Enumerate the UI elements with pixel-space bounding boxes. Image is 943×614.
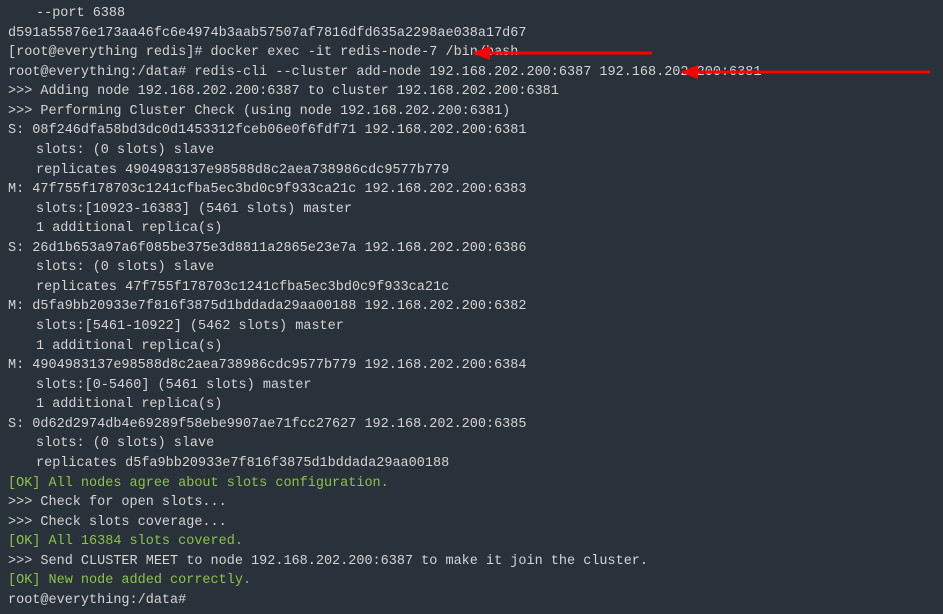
terminal-line: [OK] New node added correctly.: [8, 571, 935, 591]
terminal-line: [OK] All nodes agree about slots configu…: [8, 474, 935, 494]
terminal-line: --port 6388: [8, 4, 935, 24]
terminal-line: M: 47f755f178703c1241cfba5ec3bd0c9f933ca…: [8, 180, 935, 200]
terminal-line: S: 08f246dfa58bd3dc0d1453312fceb06e0f6fd…: [8, 121, 935, 141]
terminal-line: slots: (0 slots) slave: [8, 258, 935, 278]
terminal-output[interactable]: --port 6388d591a55876e173aa46fc6e4974b3a…: [0, 0, 943, 614]
terminal-line: >>> Adding node 192.168.202.200:6387 to …: [8, 82, 935, 102]
terminal-line: >>> Check for open slots...: [8, 493, 935, 513]
terminal-line: replicates 4904983137e98588d8c2aea738986…: [8, 161, 935, 181]
terminal-line: >>> Check slots coverage...: [8, 513, 935, 533]
terminal-line: slots:[0-5460] (5461 slots) master: [8, 376, 935, 396]
terminal-line: [root@everything redis]# docker exec -it…: [8, 43, 935, 63]
terminal-line: slots:[10923-16383] (5461 slots) master: [8, 200, 935, 220]
terminal-line: slots:[5461-10922] (5462 slots) master: [8, 317, 935, 337]
terminal-line: root@everything:/data# redis-cli --clust…: [8, 63, 935, 83]
terminal-line: 1 additional replica(s): [8, 395, 935, 415]
terminal-line: >>> Performing Cluster Check (using node…: [8, 102, 935, 122]
terminal-line: replicates d5fa9bb20933e7f816f3875d1bdda…: [8, 454, 935, 474]
terminal-line: slots: (0 slots) slave: [8, 434, 935, 454]
terminal-line: >>> Send CLUSTER MEET to node 192.168.20…: [8, 552, 935, 572]
terminal-line: d591a55876e173aa46fc6e4974b3aab57507af78…: [8, 24, 935, 44]
terminal-line: 1 additional replica(s): [8, 337, 935, 357]
terminal-line: slots: (0 slots) slave: [8, 141, 935, 161]
terminal-line: replicates 47f755f178703c1241cfba5ec3bd0…: [8, 278, 935, 298]
terminal-line: [OK] All 16384 slots covered.: [8, 532, 935, 552]
terminal-line: 1 additional replica(s): [8, 219, 935, 239]
terminal-line: S: 26d1b653a97a6f085be375e3d8811a2865e23…: [8, 239, 935, 259]
terminal-line: M: 4904983137e98588d8c2aea738986cdc9577b…: [8, 356, 935, 376]
terminal-line: S: 0d62d2974db4e69289f58ebe9907ae71fcc27…: [8, 415, 935, 435]
terminal-line: M: d5fa9bb20933e7f816f3875d1bddada29aa00…: [8, 297, 935, 317]
